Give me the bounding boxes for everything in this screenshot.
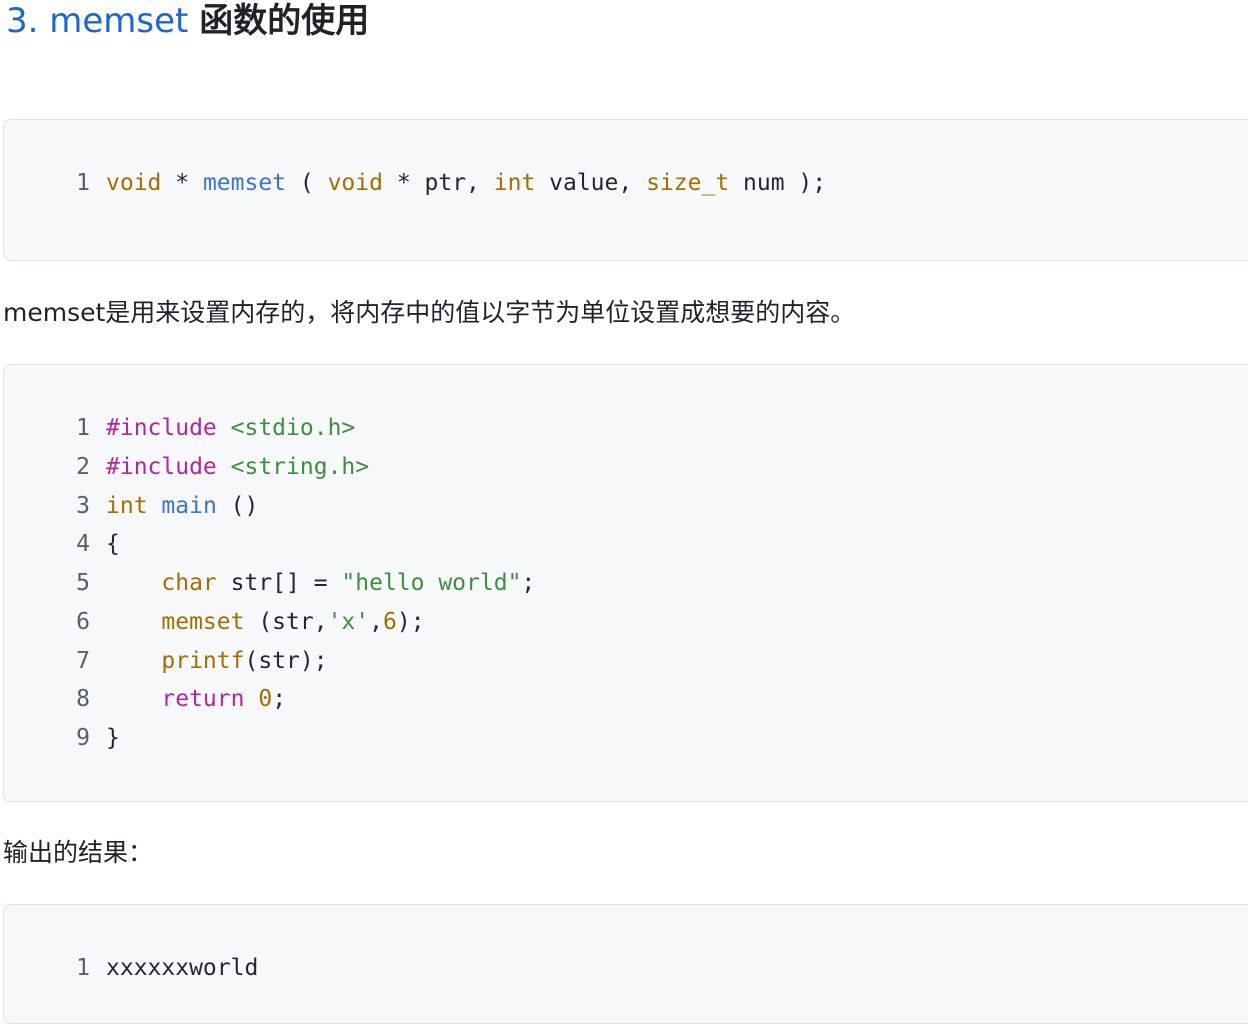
line-number: 6: [76, 608, 90, 635]
code-token: (str);: [244, 647, 328, 674]
code-block-example: 1 #include <stdio.h> 2 #include <string.h> 3…: [3, 364, 1248, 802]
code-token: size_t: [646, 170, 730, 196]
heading-title-rest: 函数的使用: [199, 1, 370, 41]
code-line: 1 void * memset ( void * ptr, int value, …: [70, 164, 826, 203]
line-number: 2: [76, 453, 90, 480]
code-token: num );: [729, 170, 827, 196]
code-token: #include: [106, 453, 217, 480]
line-number: 3: [76, 492, 90, 519]
code-token: char: [161, 570, 217, 596]
code-line: 4{: [70, 525, 535, 564]
code-token: {: [106, 531, 120, 558]
code-token: 6: [382, 608, 397, 635]
line-number: 1: [76, 955, 90, 981]
code-token: "hello world": [341, 570, 522, 596]
code-content: 1 #include <stdio.h> 2 #include <string.h> 3…: [70, 409, 535, 758]
description-paragraph: memset是用来设置内存的，将内存中的值以字节为单位设置成想要的内容。: [3, 298, 856, 327]
code-token: ;: [521, 570, 536, 596]
code-token: <string.h>: [230, 453, 370, 480]
code-token: int: [493, 170, 536, 196]
code-token: memset: [161, 608, 245, 635]
line-number: 9: [76, 725, 90, 751]
code-token: str[] =: [216, 570, 342, 596]
code-token: 'x': [327, 608, 370, 635]
code-token: }: [106, 725, 120, 751]
line-number: 1: [76, 170, 90, 196]
code-line: 1 xxxxxxworld: [70, 949, 258, 988]
line-number: 7: [76, 647, 90, 674]
code-token: return: [161, 686, 245, 713]
code-token: ,: [369, 608, 383, 635]
code-content: 1 xxxxxxworld: [70, 949, 258, 988]
heading-function-name: memset: [49, 1, 189, 41]
code-line: 5 char str[] = "hello world";: [70, 564, 535, 603]
heading-number: 3.: [6, 1, 39, 41]
code-token: <stdio.h>: [230, 415, 356, 441]
line-number: 5: [76, 570, 90, 596]
code-token: value,: [535, 170, 647, 196]
line-number: 8: [76, 686, 90, 713]
code-line: 8 return 0;: [70, 680, 535, 719]
code-token: memset: [202, 170, 287, 196]
code-block-prototype: 1 void * memset ( void * ptr, int value, …: [3, 119, 1248, 261]
code-line: 2 #include <string.h>: [70, 448, 535, 487]
code-token: printf: [161, 647, 245, 674]
code-token: *: [161, 170, 203, 196]
output-label: 输出的结果：: [3, 838, 154, 867]
code-line: 3 int main (): [70, 487, 535, 526]
code-token: 0: [258, 686, 273, 713]
line-number: 4: [76, 531, 90, 558]
code-token: * ptr,: [382, 170, 494, 196]
code-token: main: [161, 492, 217, 519]
code-token: void: [106, 170, 162, 196]
code-token: (): [216, 492, 259, 519]
code-token: ;: [272, 686, 287, 713]
line-number: 1: [76, 415, 90, 441]
code-token: int: [106, 492, 148, 519]
code-line: 7 printf(str);: [70, 642, 535, 681]
code-block-output: 1 xxxxxxworld: [3, 904, 1248, 1024]
code-line: 9}: [70, 719, 535, 758]
code-token: );: [396, 608, 425, 635]
code-token: (: [286, 170, 328, 196]
code-token: xxxxxxworld: [106, 955, 259, 981]
code-line: 1 #include <stdio.h>: [70, 409, 535, 448]
code-line: 6 memset (str,'x',6);: [70, 603, 535, 642]
code-token: (str,: [244, 608, 328, 635]
code-content: 1 void * memset ( void * ptr, int value, …: [70, 164, 826, 203]
code-token: void: [327, 170, 383, 196]
section-heading: 3. memset 函数的使用: [6, 0, 369, 42]
code-token: #include: [106, 415, 217, 441]
